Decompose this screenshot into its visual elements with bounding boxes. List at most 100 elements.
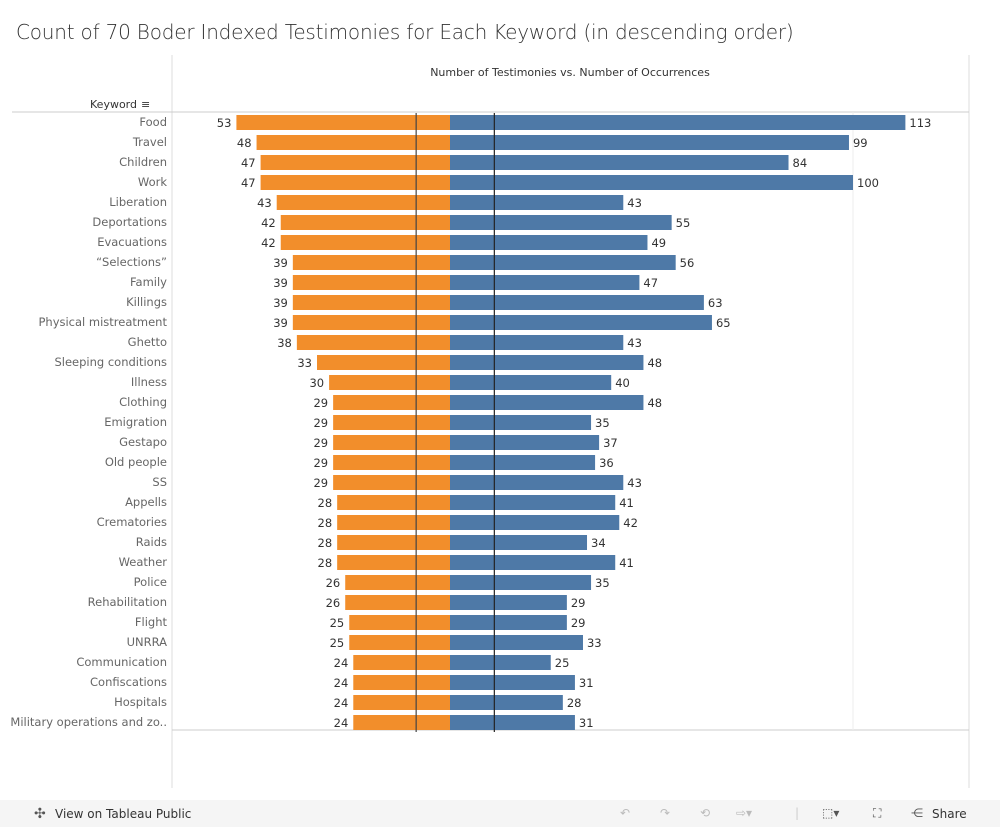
bar-occurrences (450, 235, 648, 250)
category-label: Flight (135, 615, 168, 629)
data-label: 33 (587, 636, 602, 650)
data-label: 63 (708, 296, 723, 310)
bar-occurrences (450, 395, 644, 410)
bar-occurrences (450, 215, 672, 230)
category-label: Work (138, 175, 167, 189)
data-label: 43 (627, 476, 642, 490)
data-label: 24 (334, 676, 349, 690)
revert-icon[interactable]: ⟲ (700, 806, 710, 820)
category-label: Travel (132, 135, 167, 149)
bar-occurrences (450, 375, 612, 390)
data-label: 43 (627, 336, 642, 350)
data-label: 41 (619, 496, 634, 510)
chart-subtitle: Number of Testimonies vs. Number of Occu… (430, 66, 710, 79)
data-label: 48 (647, 396, 662, 410)
bar-testimonies (280, 215, 450, 230)
category-label: Emigration (104, 415, 167, 429)
category-label: Ghetto (128, 335, 167, 349)
data-label: 28 (318, 536, 333, 550)
bar-testimonies (333, 455, 450, 470)
bar-testimonies (329, 375, 450, 390)
data-label: 29 (313, 456, 328, 470)
data-label: 28 (567, 696, 582, 710)
bar-testimonies (353, 675, 450, 690)
data-label: 26 (326, 596, 341, 610)
data-label: 36 (599, 456, 614, 470)
category-label: Military operations and zo.. (10, 715, 167, 729)
bar-testimonies (345, 595, 450, 610)
data-label: 38 (277, 336, 292, 350)
bar-testimonies (337, 535, 450, 550)
bar-testimonies (337, 515, 450, 530)
bar-occurrences (450, 535, 588, 550)
category-label: Appells (125, 495, 167, 509)
data-label: 42 (261, 216, 276, 230)
bar-occurrences (450, 715, 575, 730)
category-label: Rehabilitation (88, 595, 167, 609)
data-label: 29 (571, 616, 586, 630)
data-label: 25 (555, 656, 570, 670)
data-label: 35 (595, 576, 610, 590)
data-label: 29 (313, 416, 328, 430)
bar-occurrences (450, 135, 849, 150)
fullscreen-icon[interactable]: ⛶ (873, 806, 881, 821)
data-label: 39 (273, 256, 288, 270)
bar-testimonies (292, 275, 450, 290)
bar-testimonies (317, 355, 450, 370)
share-button[interactable]: Share (932, 807, 967, 821)
share-icon[interactable]: ⋲ (911, 806, 923, 820)
bar-occurrences (450, 655, 551, 670)
bar-testimonies (337, 555, 450, 570)
data-label: 28 (318, 516, 333, 530)
bar-occurrences (450, 455, 596, 470)
data-label: 34 (591, 536, 606, 550)
bar-occurrences (450, 695, 563, 710)
data-label: 43 (627, 196, 642, 210)
category-label: Raids (136, 535, 167, 549)
toolbar: ✣ View on Tableau Public ↶ ↷ ⟲ ⇨▾ | ⬚▾ ⛶… (0, 800, 1000, 827)
bar-occurrences (450, 555, 616, 570)
bar-testimonies (333, 395, 450, 410)
data-label: 43 (257, 196, 272, 210)
data-label: 49 (651, 236, 666, 250)
download-icon[interactable]: ⬚▾ (822, 806, 839, 820)
category-label: Children (119, 155, 167, 169)
data-label: 47 (241, 156, 256, 170)
category-label: Illness (131, 375, 167, 389)
category-label: Killings (126, 295, 167, 309)
data-label: 26 (326, 576, 341, 590)
data-label: 42 (623, 516, 638, 530)
data-label: 53 (217, 116, 232, 130)
data-label: 42 (261, 236, 276, 250)
bar-occurrences (450, 335, 624, 350)
category-label: Old people (105, 455, 167, 469)
data-label: 29 (313, 396, 328, 410)
bar-testimonies (353, 695, 450, 710)
bar-occurrences (450, 355, 644, 370)
data-label: 47 (643, 276, 658, 290)
data-label: 29 (313, 436, 328, 450)
data-label: 56 (680, 256, 695, 270)
bar-occurrences (450, 475, 624, 490)
category-label: Deportations (92, 215, 167, 229)
data-label: 65 (716, 316, 731, 330)
data-label: 25 (330, 616, 345, 630)
data-label: 40 (615, 376, 630, 390)
bar-testimonies (276, 195, 450, 210)
refresh-icon[interactable]: ⇨▾ (736, 806, 752, 820)
bar-testimonies (292, 255, 450, 270)
undo-icon[interactable]: ↶ (620, 806, 630, 820)
category-label: “Selections” (96, 255, 167, 269)
data-label: 30 (309, 376, 324, 390)
redo-icon[interactable]: ↷ (660, 806, 670, 820)
category-label: SS (152, 475, 167, 489)
data-label: 29 (313, 476, 328, 490)
bar-testimonies (260, 175, 450, 190)
data-label: 33 (297, 356, 312, 370)
bar-occurrences (450, 595, 567, 610)
data-label: 24 (334, 656, 349, 670)
view-on-tableau-link[interactable]: View on Tableau Public (55, 807, 191, 821)
category-label: Crematories (97, 515, 167, 529)
data-label: 39 (273, 296, 288, 310)
bar-testimonies (333, 435, 450, 450)
